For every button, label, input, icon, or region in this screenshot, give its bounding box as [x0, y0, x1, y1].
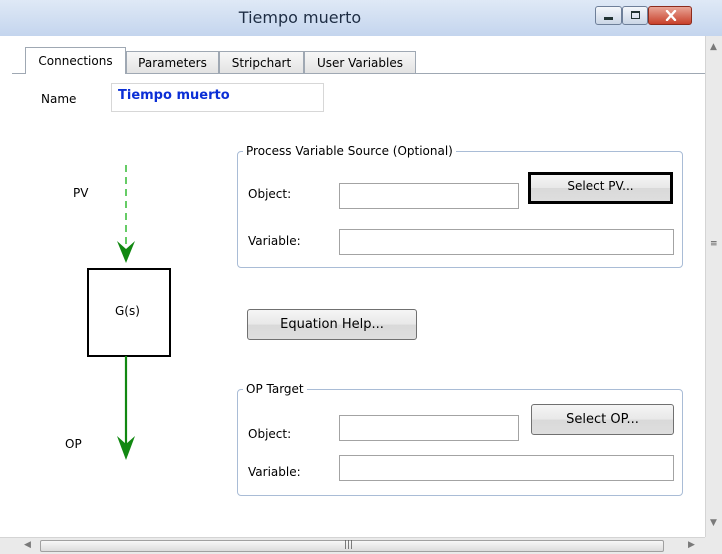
- scroll-left-arrow-icon[interactable]: ◀: [24, 540, 31, 550]
- minimize-button[interactable]: [595, 6, 622, 25]
- pv-source-title: Process Variable Source (Optional): [243, 144, 456, 158]
- vertical-scroll-grip[interactable]: ≡: [710, 239, 718, 249]
- tab-strip: Connections Parameters Stripchart User V…: [0, 36, 705, 74]
- horizontal-scroll-thumb[interactable]: |||: [40, 540, 664, 552]
- name-label: Name: [41, 92, 77, 106]
- vertical-scrollbar[interactable]: ▲ ≡ ▼: [705, 36, 722, 537]
- op-object-field[interactable]: [339, 415, 519, 441]
- minimize-icon: [604, 17, 613, 20]
- close-icon: [665, 10, 677, 21]
- tab-parameters[interactable]: Parameters: [126, 51, 219, 73]
- maximize-button[interactable]: [622, 6, 648, 25]
- op-label: OP: [65, 437, 82, 451]
- pv-variable-label: Variable:: [248, 234, 301, 248]
- horizontal-scrollbar[interactable]: ◀ ||| ▶: [0, 537, 705, 554]
- scrollbar-corner: [705, 537, 722, 554]
- op-arrow: [117, 356, 135, 460]
- scroll-up-arrow-icon[interactable]: ▲: [710, 42, 717, 52]
- transfer-function-label: G(s): [115, 304, 140, 318]
- equation-help-button[interactable]: Equation Help...: [247, 309, 417, 340]
- pv-arrow: [117, 165, 135, 263]
- pv-variable-field[interactable]: [339, 229, 674, 255]
- name-field[interactable]: Tiempo muerto: [111, 83, 324, 112]
- scroll-right-arrow-icon[interactable]: ▶: [688, 540, 695, 550]
- tab-connections[interactable]: Connections: [25, 47, 126, 74]
- tab-user-variables[interactable]: User Variables: [304, 51, 416, 73]
- pv-label: PV: [73, 186, 89, 200]
- tab-stripchart[interactable]: Stripchart: [219, 51, 304, 73]
- title-bar[interactable]: Tiempo muerto: [0, 0, 722, 37]
- op-variable-field[interactable]: [339, 455, 674, 481]
- select-pv-button[interactable]: Select PV...: [528, 172, 673, 204]
- pv-object-label: Object:: [248, 187, 292, 201]
- select-op-button[interactable]: Select OP...: [531, 404, 674, 435]
- close-button[interactable]: [648, 6, 692, 25]
- pv-object-field[interactable]: [339, 183, 519, 209]
- op-target-title: OP Target: [243, 382, 307, 396]
- maximize-icon: [631, 11, 640, 19]
- op-object-label: Object:: [248, 427, 292, 441]
- window-title: Tiempo muerto: [238, 8, 362, 27]
- op-variable-label: Variable:: [248, 465, 301, 479]
- scroll-down-arrow-icon[interactable]: ▼: [710, 518, 717, 528]
- horizontal-scroll-grip: |||: [344, 540, 354, 550]
